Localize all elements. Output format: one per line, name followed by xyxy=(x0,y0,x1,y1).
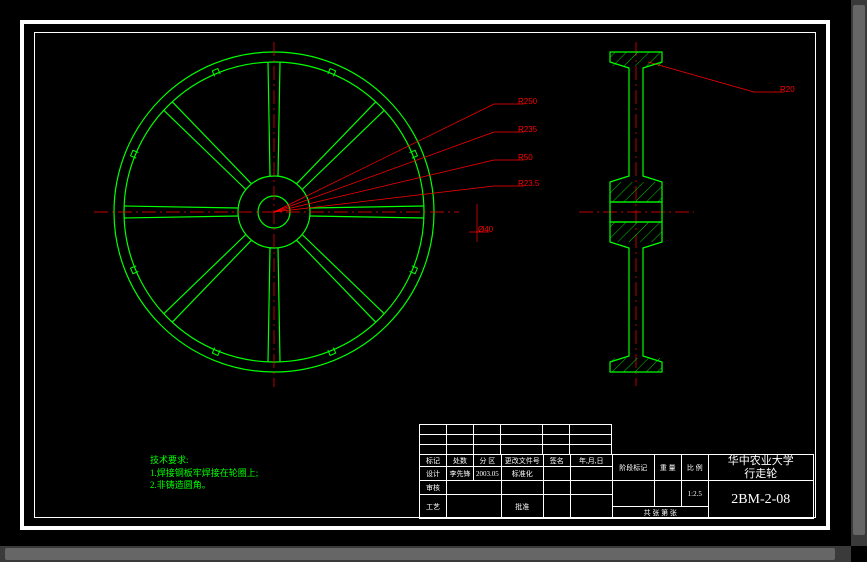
scrollbar-horizontal[interactable] xyxy=(0,546,851,562)
tb-r3c1: 审核 xyxy=(420,481,447,495)
tb-r2c2: 李先锋 xyxy=(447,467,474,481)
scroll-thumb-v[interactable] xyxy=(853,5,865,535)
tb-r3c5 xyxy=(543,481,570,495)
dim-r235: R235 xyxy=(518,125,537,134)
tb-r2c3: 2003.05 xyxy=(474,467,502,481)
dim-r250: R250 xyxy=(518,97,537,106)
tb-side-h1: 阶段标记 xyxy=(612,455,654,481)
tech-notes: 技术要求: 1.焊接钢板牢焊接在轮圈上; 2.非铸造圆角。 xyxy=(150,454,258,492)
tb-r3c4 xyxy=(501,481,543,495)
dim-r50: R50 xyxy=(518,153,533,162)
tb-org: 华中农业大学 行走轮 xyxy=(708,455,813,481)
notes-line1: 1.焊接钢板牢焊接在轮圈上; xyxy=(150,467,258,480)
tb-r1c3: 分 区 xyxy=(474,455,502,467)
tb-r4c1: 工艺 xyxy=(420,495,447,519)
tb-side-v3: 1:2.5 xyxy=(681,481,708,507)
revision-table xyxy=(419,424,612,455)
tb-sheet: 共 张 第 张 xyxy=(612,507,708,519)
tb-side-v2 xyxy=(654,481,681,507)
tb-r1c5: 签名 xyxy=(543,455,570,467)
tb-r1c1: 标记 xyxy=(420,455,447,467)
tb-side-h2: 重 量 xyxy=(654,455,681,481)
tb-r3c6 xyxy=(570,481,612,495)
scroll-thumb-h[interactable] xyxy=(5,548,835,560)
tb-side-v1 xyxy=(612,481,654,507)
dim-r23-5: R23.5 xyxy=(518,179,539,188)
notes-line2: 2.非铸造圆角。 xyxy=(150,479,258,492)
notes-title: 技术要求: xyxy=(150,454,258,467)
dim-r20: R20 xyxy=(780,85,795,94)
cad-canvas[interactable]: R250 R235 R50 R23.5 Ø40 R20 技术要求: 1.焊接钢板… xyxy=(0,0,867,562)
tb-r3c2 xyxy=(447,481,502,495)
tb-org-l2: 行走轮 xyxy=(744,468,777,480)
dim-d40: Ø40 xyxy=(478,225,493,234)
title-block: 标记 处数 分 区 更改文件号 签名 年,月,日 阶段标记 重 量 比 例 华中… xyxy=(419,454,814,519)
tb-r1c4: 更改文件号 xyxy=(501,455,543,467)
tb-r2c6 xyxy=(570,467,612,481)
tb-r2c4: 标准化 xyxy=(501,467,543,481)
tb-r2c5 xyxy=(543,467,570,481)
scrollbar-vertical[interactable] xyxy=(851,0,867,546)
tb-r1c6: 年,月,日 xyxy=(570,455,612,467)
tb-side-h3: 比 例 xyxy=(681,455,708,481)
tb-r1c2: 处数 xyxy=(447,455,474,467)
tb-r2c1: 设计 xyxy=(420,467,447,481)
tb-r4c4: 批准 xyxy=(501,495,543,519)
tb-partno: 2BM-2-08 xyxy=(708,481,813,519)
tb-org-l1: 华中农业大学 xyxy=(728,455,794,467)
